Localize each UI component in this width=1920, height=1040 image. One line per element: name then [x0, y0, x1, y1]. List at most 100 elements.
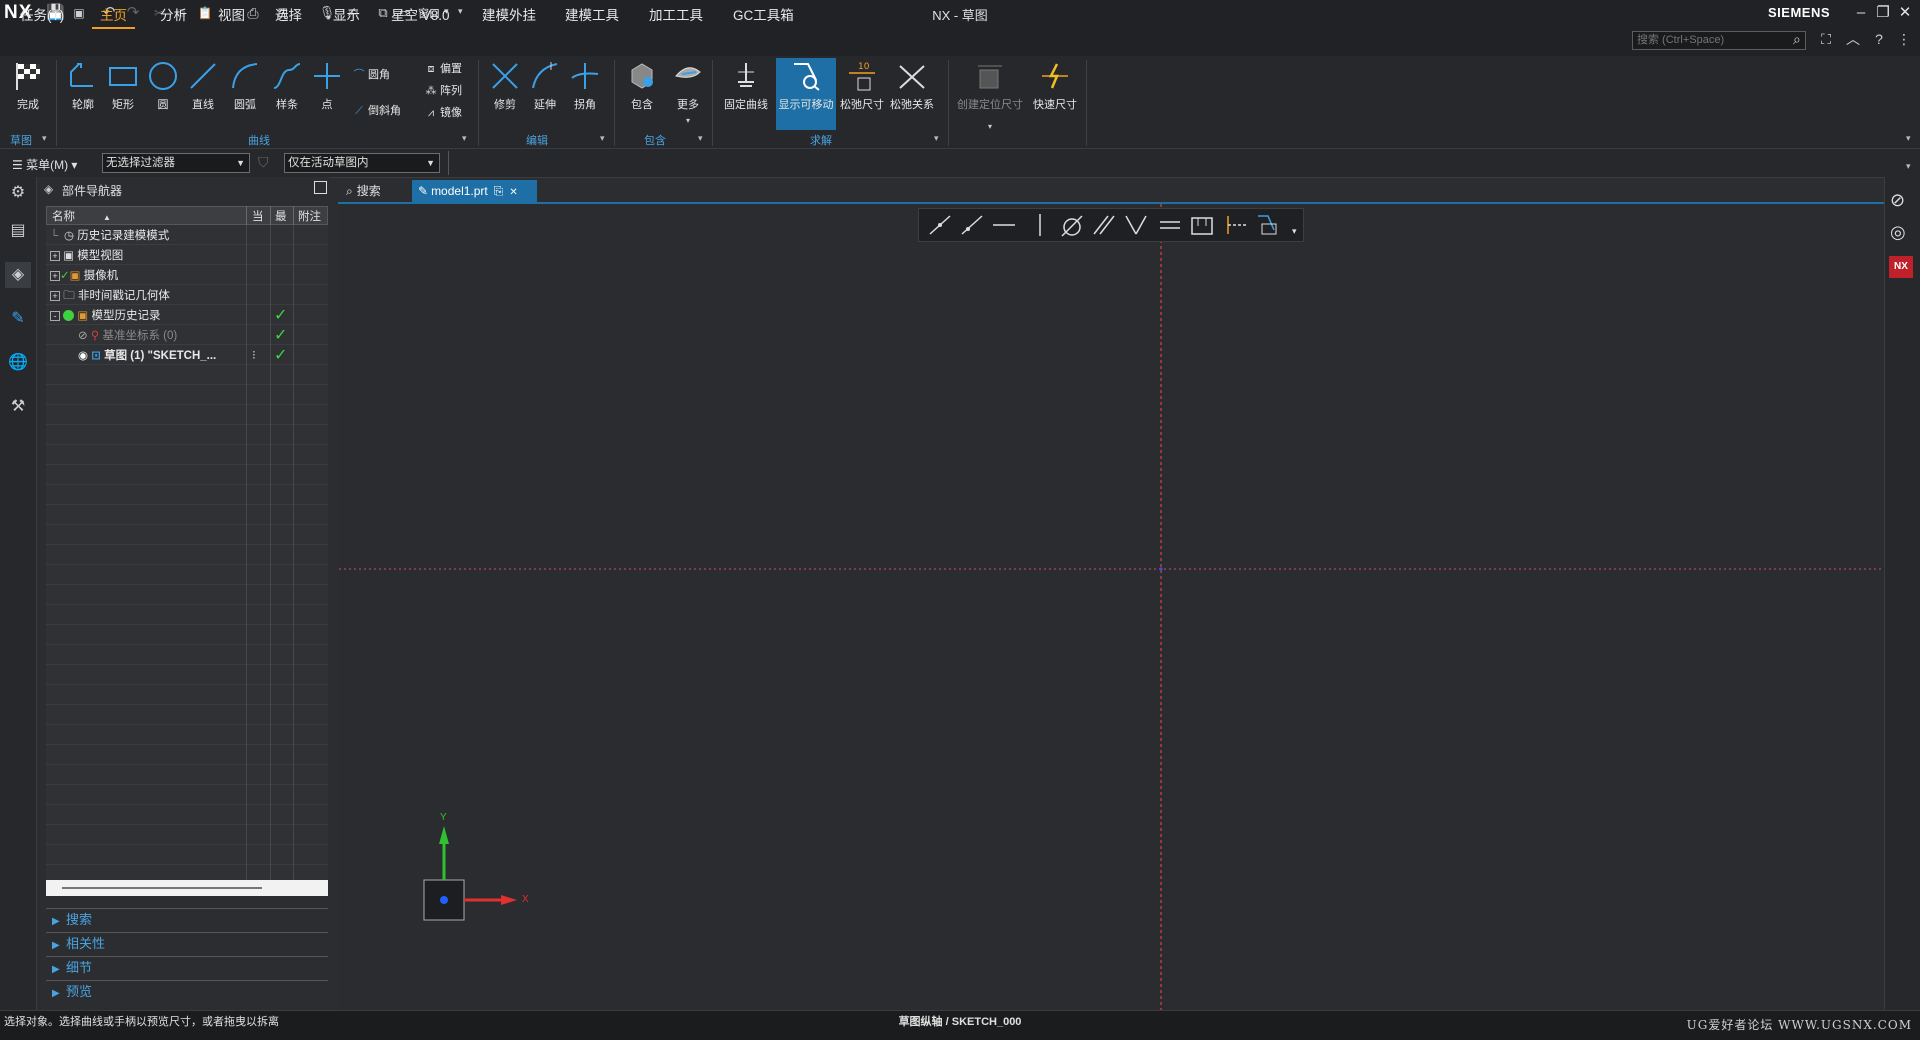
- rectangle-button[interactable]: 矩形: [104, 58, 142, 114]
- finish-sketch-button[interactable]: 完成: [6, 58, 50, 114]
- chamfer-button[interactable]: ⟋ 倒斜角: [352, 102, 401, 120]
- save-all-icon[interactable]: ▣: [70, 4, 88, 22]
- relax-dimension-button[interactable]: 10 松弛尺寸: [840, 58, 884, 114]
- edit-group-chevron-icon[interactable]: ▾: [600, 133, 605, 144]
- horizontal-constraint-button[interactable]: [990, 212, 1018, 238]
- help-icon[interactable]: ?: [1869, 29, 1889, 49]
- tab-modeling-tools[interactable]: 建模工具: [557, 5, 627, 27]
- history-palette-icon[interactable]: ⚒: [5, 394, 31, 420]
- quick-access-customize-icon[interactable]: ▾: [458, 6, 463, 17]
- hide-show-icon[interactable]: ⊘: [1890, 190, 1905, 211]
- fix-curve-button[interactable]: 固定曲线: [720, 58, 772, 114]
- perpendicular-constraint-button[interactable]: [1122, 212, 1150, 238]
- maximize-panel-icon[interactable]: [314, 181, 327, 194]
- more-options-icon[interactable]: ⋮: [1894, 29, 1914, 49]
- fullscreen-icon[interactable]: ⛶: [1816, 29, 1836, 49]
- graphics-window[interactable]: [339, 204, 1884, 1010]
- filter-reset-icon[interactable]: ⛉: [258, 154, 269, 171]
- menu-button[interactable]: ☰ 菜单(M) ▾: [12, 156, 77, 173]
- tree-row-datum-csys[interactable]: ⊘ ⚲ 基准坐标系 (0): [78, 326, 177, 346]
- tab-modeling-plugin[interactable]: 建模外挂: [474, 5, 544, 27]
- pattern-button[interactable]: ⁂ 阵列: [424, 82, 463, 100]
- equal-length-constraint-button[interactable]: [1156, 212, 1184, 238]
- rapid-dimension-button[interactable]: 快速尺寸: [1030, 58, 1080, 114]
- type-filter-select[interactable]: 无选择过滤器 ▼: [102, 153, 250, 173]
- spline-button[interactable]: 样条: [268, 58, 306, 114]
- search-icon[interactable]: ⌕: [1793, 31, 1801, 48]
- create-positioning-dimension-button[interactable]: 创建定位尺寸: [954, 58, 1026, 114]
- tab-task[interactable]: 任务(T): [12, 5, 72, 27]
- scrollbar-thumb[interactable]: [62, 887, 262, 889]
- include-button[interactable]: 包含: [622, 58, 662, 114]
- section-dependencies[interactable]: ▶ 相关性: [46, 932, 328, 955]
- tab-select[interactable]: 选择: [267, 5, 310, 27]
- nx-badge-icon[interactable]: NX: [1889, 256, 1913, 278]
- tree-row-non-timestamp-geometry[interactable]: + 🗀 非时间戳记几何体: [50, 286, 170, 306]
- profile-button[interactable]: 轮廓: [64, 58, 102, 114]
- web-browser-icon[interactable]: 🌐: [5, 350, 31, 376]
- tab-xingkong[interactable]: 星空 V8.0: [383, 5, 458, 27]
- tree-row-sketch[interactable]: ◉ ⊡ 草图 (1) "SKETCH_...: [78, 346, 216, 366]
- collapse-ribbon-icon[interactable]: ︿: [1843, 29, 1863, 49]
- section-preview[interactable]: ▶ 预览: [46, 980, 328, 1003]
- vertical-constraint-button[interactable]: [1026, 212, 1054, 238]
- show-all-icon[interactable]: ◎: [1890, 222, 1906, 243]
- column-current[interactable]: 当: [252, 208, 264, 224]
- show-movable-button[interactable]: 显示可移动: [776, 58, 836, 130]
- tangent-constraint-button[interactable]: [1058, 212, 1086, 238]
- continuous-auto-dimension-button[interactable]: [1254, 212, 1282, 238]
- curve-group-chevron-icon[interactable]: ▾: [462, 133, 467, 144]
- more-chevron-icon[interactable]: ▾: [686, 116, 690, 125]
- relax-relation-button[interactable]: 松弛关系: [888, 58, 936, 114]
- point-on-curve-button[interactable]: [958, 212, 986, 238]
- tab-machining-tools[interactable]: 加工工具: [641, 5, 711, 27]
- line-button[interactable]: 直线: [184, 58, 222, 114]
- point-button[interactable]: 点: [308, 58, 346, 114]
- tab-gc-toolbox[interactable]: GC工具箱: [725, 5, 802, 27]
- circle-button[interactable]: 圆: [144, 58, 182, 114]
- sketch-group-chevron-icon[interactable]: ▾: [42, 133, 47, 144]
- column-name[interactable]: 名称 ▲: [52, 208, 111, 224]
- part-navigator-icon[interactable]: ◈: [5, 262, 31, 288]
- tab-analysis[interactable]: 分析: [152, 5, 195, 27]
- close-button[interactable]: ✕: [1894, 3, 1916, 23]
- tree-row-cameras[interactable]: + ✓▣ 摄像机: [50, 266, 118, 286]
- solve-group-chevron-icon[interactable]: ▾: [934, 133, 939, 144]
- coincident-constraint-button[interactable]: [926, 212, 954, 238]
- assembly-navigator-icon[interactable]: ▤: [5, 218, 31, 244]
- tab-search[interactable]: ⌕ 搜索: [342, 180, 412, 202]
- arc-button[interactable]: 圆弧: [226, 58, 264, 114]
- minimize-button[interactable]: –: [1850, 3, 1872, 23]
- parallel-constraint-button[interactable]: [1090, 212, 1118, 238]
- tab-display[interactable]: 显示: [325, 5, 368, 27]
- fillet-button[interactable]: ⌒ 圆角: [352, 66, 391, 84]
- offset-button[interactable]: ⧈ 偏置: [424, 60, 463, 78]
- mirror-button[interactable]: ⩘ 镜像: [424, 104, 462, 122]
- midpoint-constraint-button[interactable]: [1222, 212, 1250, 238]
- tree-row-model-views[interactable]: + ▣ 模型视图: [50, 246, 123, 266]
- constraint-toolbar-chevron-icon[interactable]: ▾: [1292, 226, 1297, 237]
- command-search-input[interactable]: [1632, 31, 1806, 50]
- settings-gear-icon[interactable]: ⚙: [5, 180, 31, 206]
- tab-model-part[interactable]: ✎ model1.prt ⎘ ✕: [412, 180, 537, 202]
- restore-button[interactable]: ❐: [1872, 3, 1894, 23]
- column-notes[interactable]: 附注: [298, 208, 321, 224]
- column-latest[interactable]: 最: [275, 208, 287, 224]
- include-group-chevron-icon[interactable]: ▾: [698, 133, 703, 144]
- tree-row-model-history[interactable]: - ▣ 模型历史记录: [50, 306, 160, 326]
- ribbon-options-chevron-icon[interactable]: ▾: [1906, 133, 1911, 144]
- tab-home[interactable]: 主页: [92, 5, 135, 29]
- trim-button[interactable]: 修剪: [486, 58, 524, 114]
- selection-bar-chevron-icon[interactable]: ▾: [1906, 161, 1911, 172]
- positioning-dimension-chevron-icon[interactable]: ▾: [988, 122, 992, 131]
- section-details[interactable]: ▶ 细节: [46, 956, 328, 979]
- sketch-tool-icon[interactable]: ✎: [5, 306, 31, 332]
- extend-button[interactable]: 延伸: [526, 58, 564, 114]
- corner-button[interactable]: 拐角: [566, 58, 604, 114]
- tree-row-history-mode[interactable]: └ ◷ 历史记录建模模式: [50, 226, 169, 246]
- more-button[interactable]: 更多: [668, 58, 708, 114]
- section-search[interactable]: ▶ 搜索: [46, 908, 328, 931]
- fixed-constraint-button[interactable]: [1188, 212, 1216, 238]
- selection-scope-select[interactable]: 仅在活动草图内 ▼: [284, 153, 440, 173]
- tab-view[interactable]: 视图: [210, 5, 253, 27]
